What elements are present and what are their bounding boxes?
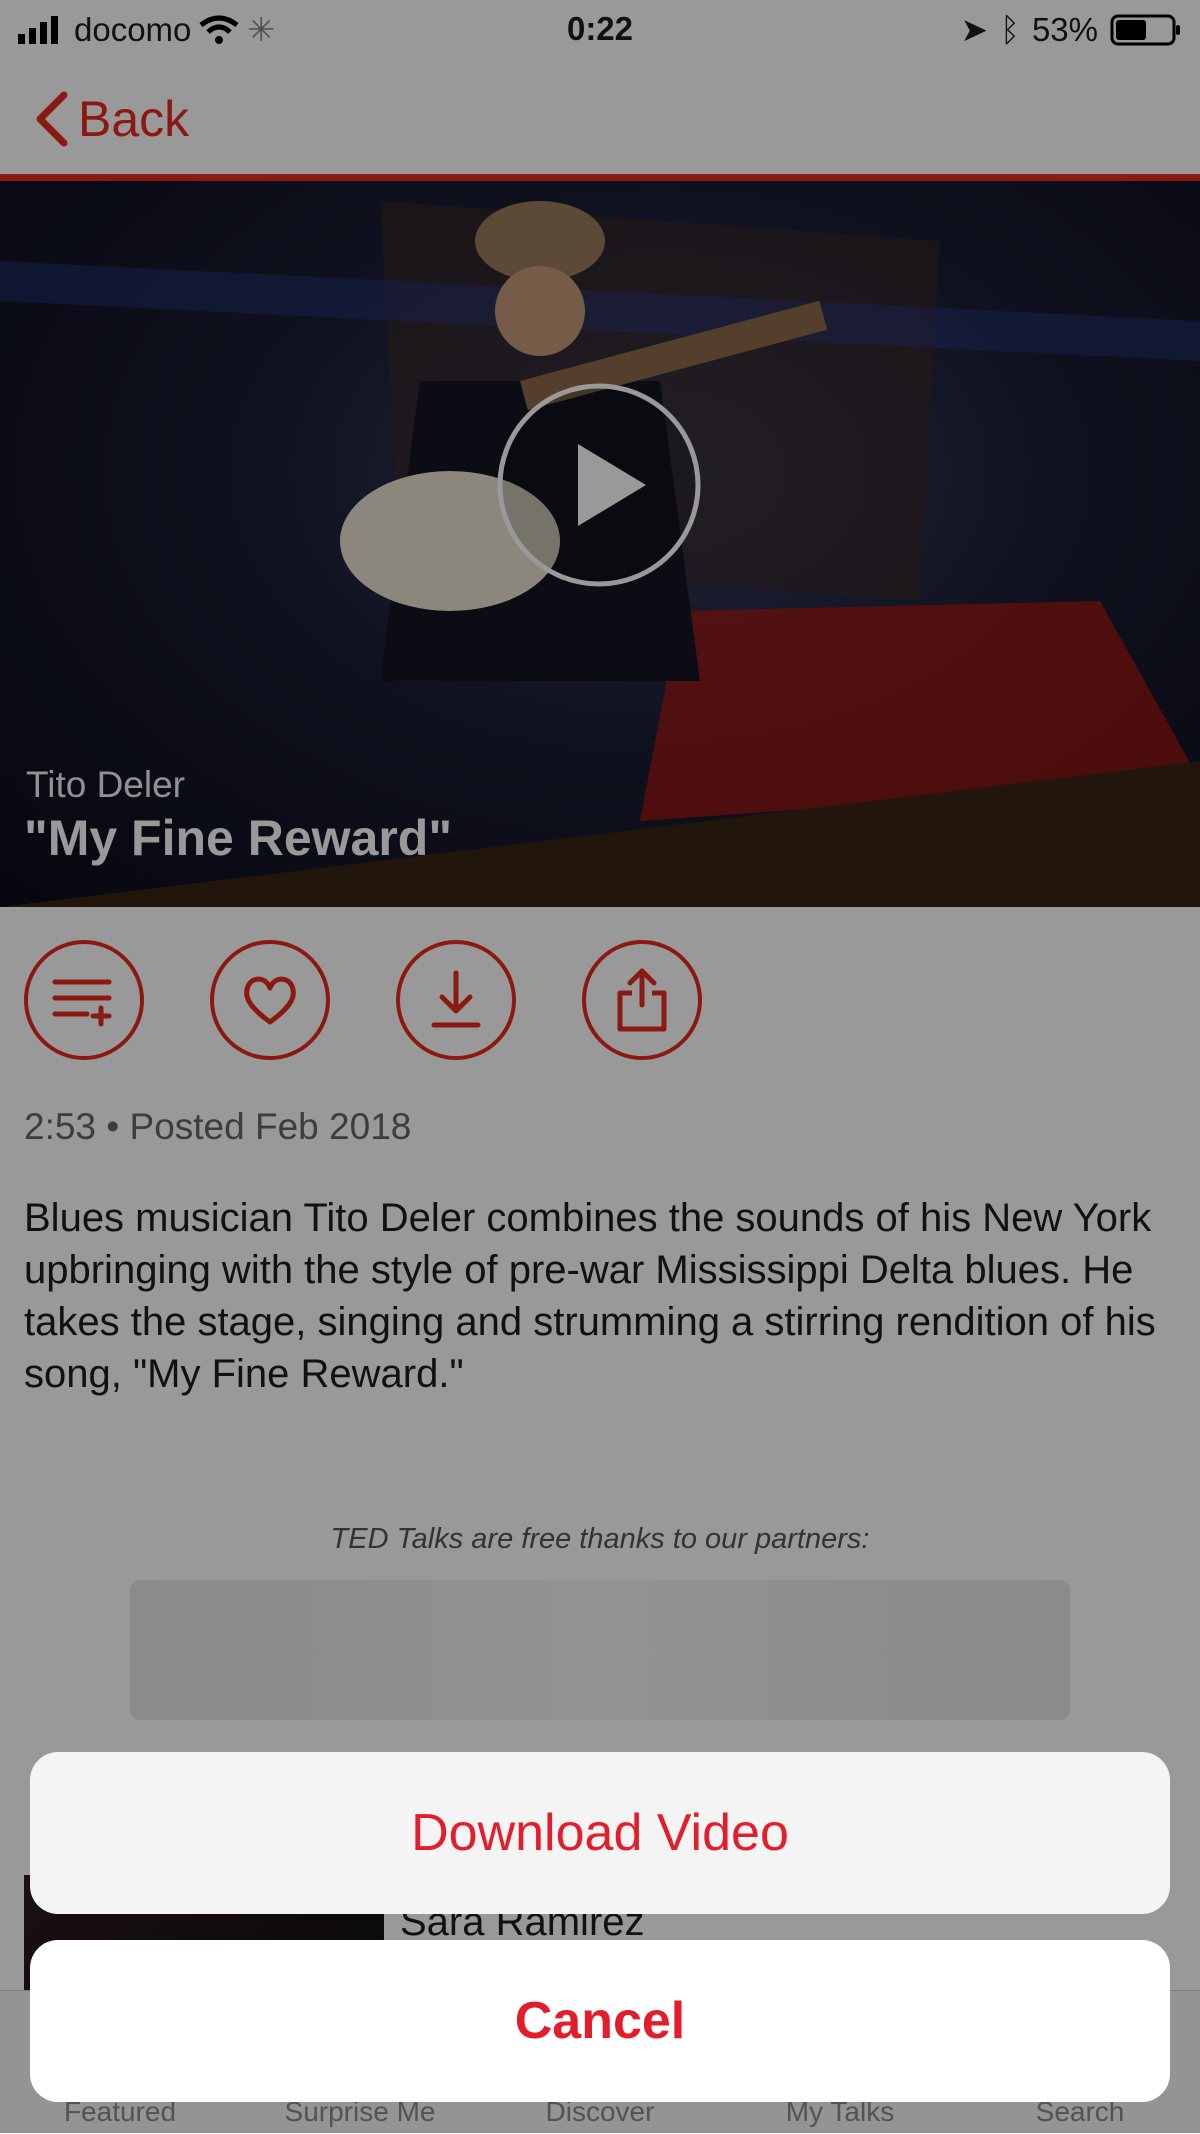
download-video-button[interactable]: Download Video <box>30 1752 1170 1914</box>
cancel-button[interactable]: Cancel <box>30 1940 1170 2102</box>
